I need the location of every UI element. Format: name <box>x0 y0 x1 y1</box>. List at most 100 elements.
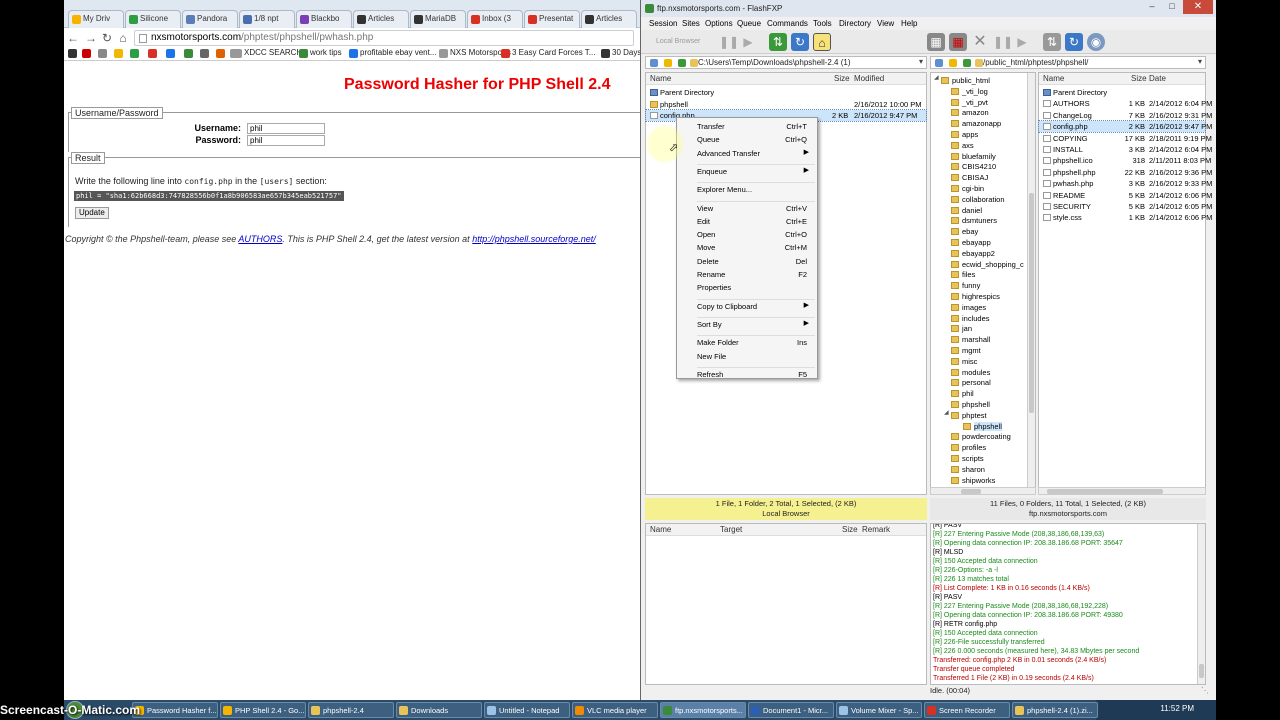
bookmark-shortcut-icon[interactable] <box>148 49 157 58</box>
browser-tab[interactable]: My Driv <box>68 10 124 28</box>
remote-file-row[interactable]: config.php 2 KB 2/16/2012 9:47 PM <box>1038 120 1212 134</box>
remote-col-date[interactable]: Date <box>1149 74 1166 83</box>
browser-tab[interactable]: Pandora <box>182 10 238 28</box>
context-item-refresh[interactable]: Refresh F5 <box>697 370 813 380</box>
bookmark-shortcut-icon[interactable] <box>98 49 107 58</box>
remote-folder-tree[interactable]: public_html _vti_log _vti_pvt amazon amazona… <box>930 72 1036 495</box>
context-item-edit[interactable]: Edit Ctrl+E <box>697 217 813 227</box>
taskbar-clock[interactable]: 11:52 PM <box>1160 704 1194 713</box>
refresh-icon[interactable]: ↻ <box>791 33 809 51</box>
context-item-transfer[interactable]: Transfer Ctrl+T <box>697 122 813 132</box>
taskbar-item[interactable]: Screen Recorder <box>924 702 1010 718</box>
tree-scroll-thumb[interactable] <box>1029 193 1034 413</box>
context-item-rename[interactable]: Rename F2 <box>697 270 813 280</box>
bookmark-shortcut-icon[interactable] <box>166 49 175 58</box>
menu-sites[interactable]: Sites <box>682 19 700 28</box>
remote-file-row[interactable]: COPYING 17 KB 2/18/2011 9:19 PM <box>1039 133 1212 144</box>
local-file-row[interactable]: Parent Directory <box>646 87 926 98</box>
bookmark-shortcut-icon[interactable] <box>216 49 225 58</box>
taskbar-item[interactable]: phpshell-2.4 (1).zi... <box>1012 702 1098 718</box>
session-log[interactable]: [R] PASV [R] 227 Entering Passive Mode (2… <box>930 523 1206 685</box>
taskbar-item[interactable]: Downloads <box>396 702 482 718</box>
tree-hscroll-thumb[interactable] <box>961 489 981 494</box>
home-icon[interactable]: ⌂ <box>813 33 831 51</box>
bookmark-link[interactable]: 30 Days <box>612 48 641 57</box>
remote-file-list[interactable]: Name Size Date Parent Directory AUTHORS 1 … <box>1038 72 1212 495</box>
taskbar-item[interactable]: phpshell-2.4 <box>308 702 394 718</box>
play-icon[interactable]: ▶ <box>739 33 757 51</box>
context-item-view[interactable]: View Ctrl+V <box>697 204 813 214</box>
menu-commands[interactable]: Commands <box>767 19 808 28</box>
local-path-dropdown-icon[interactable]: ▾ <box>919 57 923 66</box>
bookmark-shortcut-icon[interactable] <box>200 49 209 58</box>
remote-file-row[interactable]: SECURITY 5 KB 2/14/2012 6:05 PM <box>1039 201 1212 212</box>
queue-col-remark[interactable]: Remark <box>862 525 890 534</box>
browser-tab[interactable]: Blackbo <box>296 10 352 28</box>
hash-output[interactable]: phil = "sha1:62b668d3:747828556b0f1a8b90… <box>74 191 344 201</box>
update-button[interactable]: Update <box>75 207 109 219</box>
tree-vertical-scrollbar[interactable] <box>1027 73 1035 494</box>
local-col-name[interactable]: Name <box>650 74 671 83</box>
transfer-icon[interactable]: ⇅ <box>769 33 787 51</box>
remote-transfer-icon[interactable]: ⇅ <box>1043 33 1061 51</box>
context-item-explorer-menu[interactable]: Explorer Menu... <box>697 185 813 195</box>
remote-file-row[interactable]: Parent Directory <box>1039 87 1205 98</box>
remote-horizontal-scrollbar[interactable] <box>1038 487 1206 495</box>
remote-play-icon[interactable]: ▶ <box>1013 33 1031 51</box>
queue-col-name[interactable]: Name <box>650 525 671 534</box>
browser-tab[interactable]: MariaDB <box>410 10 466 28</box>
context-item-advanced-transfer[interactable]: Advanced Transfer ▶ <box>697 149 813 159</box>
remote-col-size[interactable]: Size <box>1131 74 1147 83</box>
disconnect-icon[interactable]: ▦ <box>949 33 967 51</box>
log-vertical-scrollbar[interactable] <box>1197 524 1205 684</box>
context-item-open[interactable]: Open Ctrl+O <box>697 230 813 240</box>
local-col-size[interactable]: Size <box>834 74 850 83</box>
bookmark-link[interactable]: profitable ebay vent... <box>360 48 437 57</box>
close-icon[interactable]: ✕ <box>1183 0 1213 14</box>
connect-icon[interactable]: ▦ <box>927 33 945 51</box>
context-item-move[interactable]: Move Ctrl+M <box>697 243 813 253</box>
menu-options[interactable]: Options <box>705 19 733 28</box>
bookmark-shortcut-icon[interactable] <box>184 49 193 58</box>
context-item-copy-to-clipboard[interactable]: Copy to Clipboard ▶ <box>697 302 813 312</box>
context-item-enqueue[interactable]: Enqueue ▶ <box>697 167 813 177</box>
local-file-row[interactable]: phpshell 2/16/2012 10:00 PM <box>646 99 926 110</box>
browser-tab[interactable]: Presentat <box>524 10 580 28</box>
local-col-modified[interactable]: Modified <box>854 74 884 83</box>
browser-tab[interactable]: 1/8 npt <box>239 10 295 28</box>
bookmark-link[interactable]: XDCC SEARCH <box>244 48 302 57</box>
username-field[interactable]: phil <box>247 123 325 134</box>
taskbar-item[interactable]: Untitled - Notepad <box>484 702 570 718</box>
remote-refresh-icon[interactable]: ↻ <box>1065 33 1083 51</box>
maximize-icon[interactable]: □ <box>1163 1 1181 13</box>
remote-favorites-icon[interactable] <box>949 59 957 67</box>
expand-arrow-icon[interactable]: ◢ <box>934 74 939 81</box>
menu-queue[interactable]: Queue <box>737 19 761 28</box>
remote-path-bar[interactable]: /public_html/phptest/phpshell/ ▾ <box>930 56 1206 69</box>
resize-grip-icon[interactable]: ⋱ <box>1201 686 1209 696</box>
menu-view[interactable]: View <box>877 19 894 28</box>
menu-tools[interactable]: Tools <box>813 19 832 28</box>
browser-tab[interactable]: Articles <box>353 10 409 28</box>
bookmark-shortcut-icon[interactable] <box>82 49 91 58</box>
forward-arrow-icon[interactable]: → <box>84 31 98 45</box>
taskbar-item[interactable]: VLC media player <box>572 702 658 718</box>
context-item-queue[interactable]: Queue Ctrl+Q <box>697 135 813 145</box>
taskbar-item[interactable]: PHP Shell 2.4 - Go... <box>220 702 306 718</box>
remote-file-row[interactable]: pwhash.php 3 KB 2/16/2012 9:33 PM <box>1039 178 1212 189</box>
remote-file-row[interactable]: phpshell.php 22 KB 2/16/2012 9:36 PM <box>1039 167 1212 178</box>
taskbar-item[interactable]: ftp.nxsmotorsports... <box>660 702 746 718</box>
remote-file-row[interactable]: ChangeLog 7 KB 2/16/2012 9:31 PM <box>1039 110 1212 121</box>
bookmark-link[interactable]: work tips <box>310 48 342 57</box>
bookmark-shortcut-icon[interactable] <box>68 49 77 58</box>
context-item-make-folder[interactable]: Make Folder Ins <box>697 338 813 348</box>
minimize-icon[interactable]: – <box>1143 1 1161 13</box>
menu-help[interactable]: Help <box>901 19 917 28</box>
back-arrow-icon[interactable]: ← <box>66 31 80 45</box>
context-item-delete[interactable]: Delete Del <box>697 257 813 267</box>
remote-file-row[interactable]: AUTHORS 1 KB 2/14/2012 6:04 PM <box>1039 98 1212 109</box>
bookmark-shortcut-icon[interactable] <box>114 49 123 58</box>
tree-horizontal-scrollbar[interactable] <box>930 487 1036 495</box>
home-icon[interactable]: ⌂ <box>116 31 130 45</box>
remote-pause-icon[interactable]: ❚❚ <box>993 33 1013 51</box>
